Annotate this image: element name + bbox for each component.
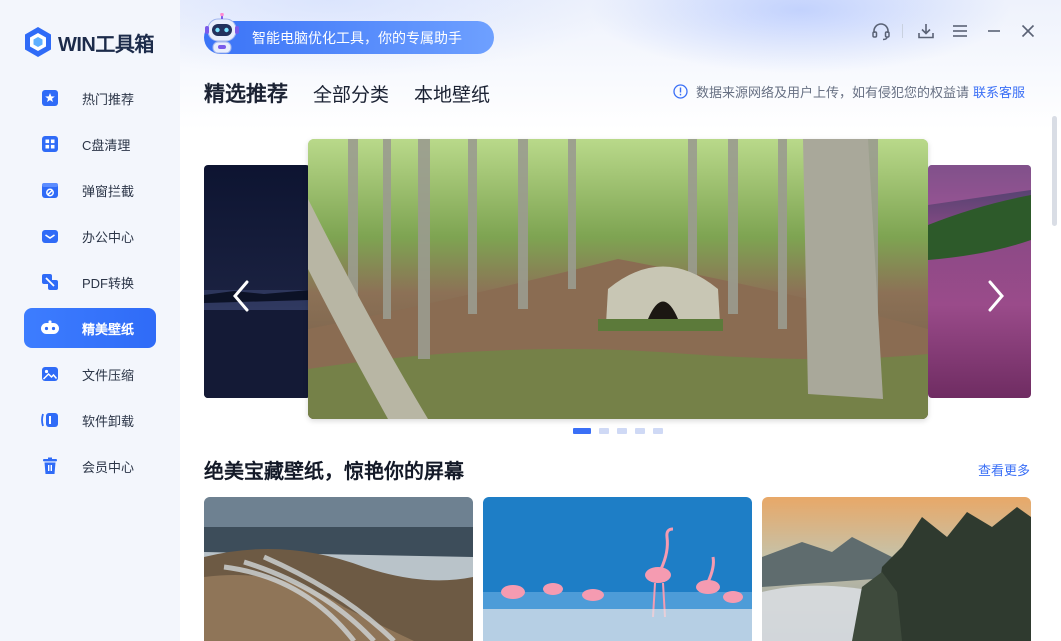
sidebar-item-label: 文件压缩 [82,367,135,383]
logo-text: WIN工具箱 [58,33,154,56]
logo-icon [25,27,51,57]
sidebar-item-label: 会员中心 [82,459,135,475]
sidebar-item-label: C盘清理 [82,137,131,153]
menu-icon[interactable] [949,20,971,42]
scrollbar-thumb[interactable] [1052,116,1057,226]
sidebar-item-wallpaper[interactable]: 精美壁纸 [24,308,156,348]
wallpaper-card[interactable] [483,497,752,641]
sidebar-item-compress[interactable]: 文件压缩 [24,354,156,394]
carousel-dot[interactable] [653,428,663,434]
sidebar-item-label: 热门推荐 [82,91,135,107]
gamepad-icon [40,318,60,338]
carousel-main-slide[interactable] [308,139,928,419]
carousel-next-slide[interactable] [928,165,1031,398]
tab-all-categories[interactable]: 全部分类 [313,80,389,107]
tab-featured[interactable]: 精选推荐 [204,78,288,108]
block-icon [40,180,60,200]
sidebar-item-label: PDF转换 [82,275,135,291]
trash-icon [40,456,60,476]
briefcase-icon [40,226,60,246]
carousel-next-arrow-icon[interactable] [985,279,1007,313]
star-icon [40,88,60,108]
window-controls [858,20,1039,42]
sidebar: WIN工具箱 热门推荐 C盘清理 弹窗拦截 办公中心 PDF转换 精美壁纸 文件… [0,0,180,641]
robot-mascot-icon [205,13,239,54]
main-panel: 智能电脑优化工具，你的专属助手 精选推荐 全部分类 本地壁纸 数据来源网络及用户… [180,0,1061,641]
close-icon[interactable] [1017,20,1039,42]
tab-local-wallpaper[interactable]: 本地壁纸 [414,80,490,107]
sidebar-item-label: 弹窗拦截 [82,183,135,199]
carousel-dot[interactable] [617,428,627,434]
image-icon [40,364,60,384]
contact-support-link[interactable]: 联系客服 [973,82,1025,101]
sidebar-item-label: 办公中心 [82,229,135,245]
carousel-dot[interactable] [573,428,591,434]
download-icon[interactable] [915,20,937,42]
sidebar-item-popup-block[interactable]: 弹窗拦截 [24,170,156,210]
carousel-dot[interactable] [599,428,609,434]
sidebar-nav: 热门推荐 C盘清理 弹窗拦截 办公中心 PDF转换 精美壁纸 文件压缩 软件卸载… [24,78,156,492]
sidebar-item-c-clean[interactable]: C盘清理 [24,124,156,164]
section-title: 绝美宝藏壁纸，惊艳你的屏幕 [204,461,464,483]
wallpaper-card[interactable] [762,497,1031,641]
view-more-link[interactable]: 查看更多 [978,460,1030,479]
info-icon [673,84,688,99]
carousel-prev-arrow-icon[interactable] [230,279,252,313]
carousel-dot[interactable] [635,428,645,434]
headset-icon[interactable] [870,20,892,42]
grid-icon [40,134,60,154]
notice-text: 数据来源网络及用户上传，如有侵犯您的权益请 [695,85,969,100]
sidebar-item-office[interactable]: 办公中心 [24,216,156,256]
sidebar-item-pdf[interactable]: PDF转换 [24,262,156,302]
wallpaper-grid [204,497,1041,641]
carousel-prev-slide[interactable] [204,165,310,398]
convert-icon [40,272,60,292]
category-tabs: 精选推荐 全部分类 本地壁纸 [204,78,515,108]
app-logo: WIN工具箱 [22,26,154,58]
minimize-icon[interactable] [983,20,1005,42]
carousel-pagination [573,428,671,434]
banner-text: 智能电脑优化工具，你的专属助手 [252,29,462,46]
divider [902,24,903,38]
sidebar-item-vip[interactable]: 会员中心 [24,446,156,486]
sidebar-item-label: 软件卸载 [82,413,135,429]
source-notice: 数据来源网络及用户上传，如有侵犯您的权益请 联系客服 [673,82,1025,101]
sidebar-item-label: 精美壁纸 [82,321,135,337]
wallpaper-card[interactable] [204,497,473,641]
uninstall-icon [40,410,60,430]
sidebar-item-uninstall[interactable]: 软件卸载 [24,400,156,440]
sidebar-item-hot[interactable]: 热门推荐 [24,78,156,118]
promo-banner[interactable]: 智能电脑优化工具，你的专属助手 [204,13,494,54]
wallpaper-carousel [204,139,1031,419]
